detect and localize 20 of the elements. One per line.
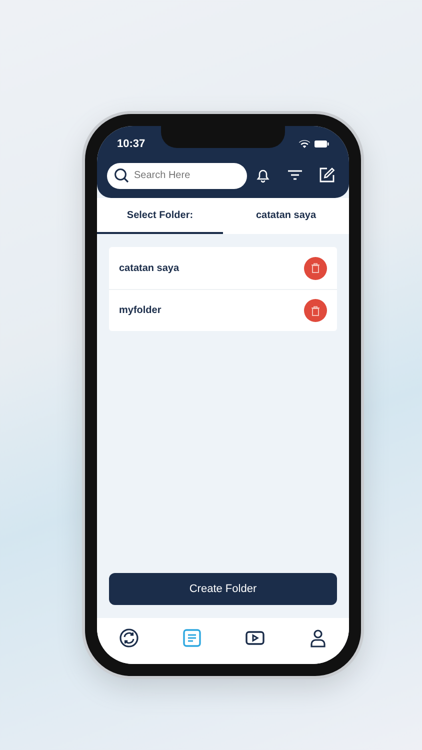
tab[interactable]: Select Folder:: [97, 198, 223, 234]
document-icon[interactable]: [182, 628, 202, 648]
create-folder-button[interactable]: Create Folder: [109, 573, 337, 605]
user-icon[interactable]: [308, 628, 328, 648]
sync-icon[interactable]: [118, 628, 138, 648]
tab[interactable]: catatan saya: [223, 198, 349, 234]
delete-button[interactable]: [304, 299, 327, 322]
folder-name: catatan saya: [119, 262, 180, 276]
bell-icon[interactable]: [255, 167, 271, 183]
status-time: 10:37: [117, 136, 146, 152]
video-icon[interactable]: [244, 628, 264, 648]
battery-icon: [314, 140, 329, 148]
trash-icon: [311, 263, 320, 273]
wifi-icon: [299, 140, 310, 148]
search-field[interactable]: Search Here: [107, 162, 247, 188]
trash-icon: [311, 306, 320, 316]
folder-name: myfolder: [119, 304, 162, 318]
edit-icon[interactable]: [319, 167, 335, 183]
delete-button[interactable]: [304, 256, 327, 280]
filter-icon[interactable]: [287, 169, 303, 181]
